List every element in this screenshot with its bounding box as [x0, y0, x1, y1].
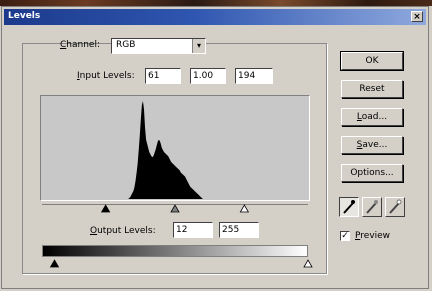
input-black-field[interactable]: 61 — [145, 68, 181, 84]
options-button[interactable]: Options... — [341, 164, 403, 182]
histogram-chart — [42, 101, 308, 199]
load-button[interactable]: Load... — [341, 108, 403, 126]
input-levels-label: Input Levels: — [77, 71, 135, 81]
channel-label: Channel: — [60, 40, 100, 50]
black-eyedropper-button[interactable] — [339, 197, 359, 217]
gray-eyedropper-button[interactable] — [362, 197, 382, 217]
chevron-down-icon[interactable]: ▾ — [192, 39, 205, 53]
white-eyedropper-button[interactable] — [385, 197, 405, 217]
channel-value: RGB — [116, 40, 136, 50]
histogram-area — [42, 101, 308, 199]
close-icon: × — [413, 12, 421, 22]
window-title: Levels — [8, 11, 41, 21]
histogram-panel — [40, 95, 310, 201]
output-white-slider-handle[interactable] — [303, 259, 313, 268]
output-levels-label: Output Levels: — [90, 226, 156, 236]
title-bar[interactable]: Levels × — [4, 9, 426, 25]
preview-checkbox[interactable]: ✓ — [340, 231, 350, 241]
output-levels-slider[interactable] — [35, 257, 315, 269]
input-white-field[interactable]: 194 — [235, 68, 273, 84]
save-button[interactable]: Save... — [341, 136, 403, 154]
white-eyedropper-icon — [389, 199, 402, 214]
output-black-field[interactable]: 12 — [173, 222, 213, 238]
input-levels-slider[interactable] — [35, 202, 315, 214]
input-black-slider-handle[interactable] — [100, 204, 111, 213]
close-button[interactable]: × — [411, 11, 423, 22]
input-gamma-field[interactable]: 1.00 — [190, 68, 226, 84]
channel-select[interactable]: RGB ▾ — [111, 38, 206, 54]
black-eyedropper-icon — [343, 200, 355, 214]
ok-button[interactable]: OK — [340, 51, 404, 71]
output-white-field[interactable]: 255 — [219, 222, 259, 238]
output-gradient-bar — [42, 245, 308, 257]
reset-button[interactable]: Reset — [341, 80, 403, 98]
input-white-slider-handle[interactable] — [239, 204, 250, 213]
input-gamma-slider-handle[interactable] — [170, 204, 180, 213]
preview-label[interactable]: Preview — [355, 231, 390, 241]
output-black-slider-handle[interactable] — [49, 259, 60, 268]
gray-eyedropper-icon — [366, 200, 378, 214]
